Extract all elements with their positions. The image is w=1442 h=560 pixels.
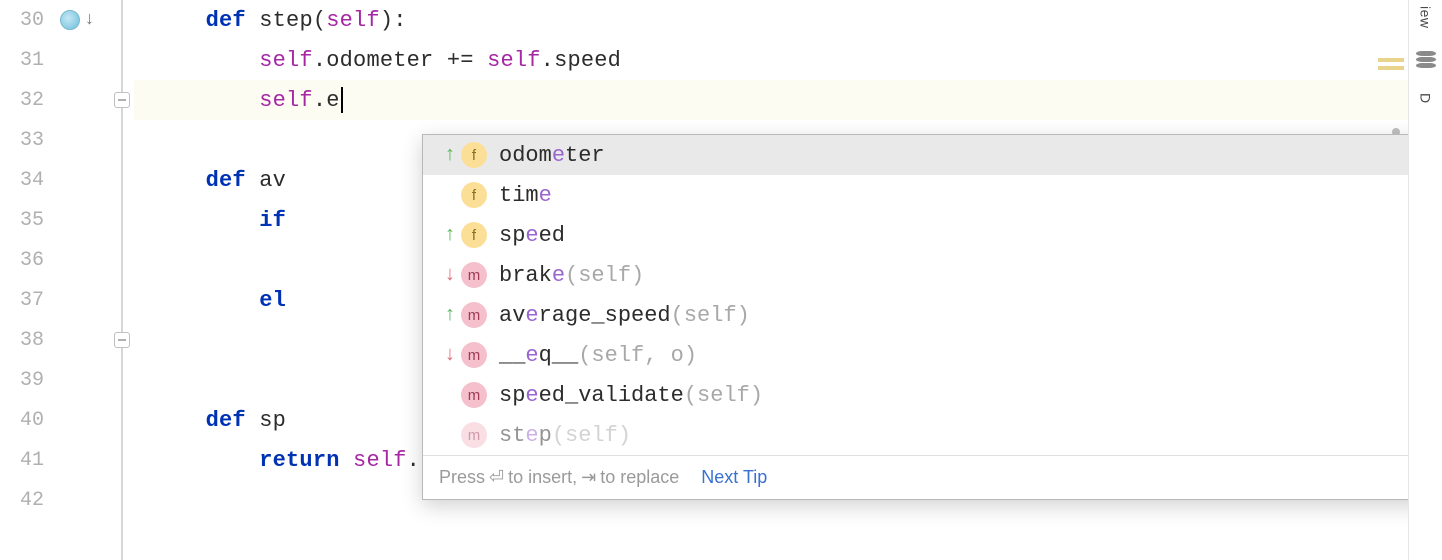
line-number: 37 [0,289,48,312]
right-tool-strip: iew D [1408,0,1442,560]
arrow-down-icon: ↓ [84,10,95,30]
completion-item[interactable]: mspeed_validate(self)Car [423,375,1442,415]
line-number: 30 [0,9,48,32]
function-name: step [259,8,313,33]
method-badge-icon: m [461,342,487,368]
breakpoint-indicator-icon[interactable] [60,10,80,30]
completion-name: odometer [499,143,605,168]
gutter-row[interactable]: 42 [0,480,134,520]
code-line[interactable]: self.odometer += self.speed [134,40,1442,80]
gutter-row[interactable]: 30 ↓ [0,0,134,40]
gutter-row[interactable]: 38 [0,320,134,360]
fold-marker-icon[interactable] [114,332,130,348]
code-line[interactable]: def step(self): [134,0,1442,40]
line-number: 31 [0,49,48,72]
code-editor: 30 ↓ 31 32 33 34 35 36 [0,0,1442,560]
autocomplete-footer: Press ⏎ to insert, ⇥ to replace Next Tip… [423,455,1442,499]
sort-up-icon: ↑ [439,304,461,327]
field-badge-icon: f [461,142,487,168]
gutter-row[interactable]: 41 [0,440,134,480]
completion-item[interactable]: mstep(self)Car [423,415,1442,455]
sort-up-icon: ↑ [439,144,461,167]
completion-name: average_speed [499,303,671,328]
minimap-warning-marks [1378,58,1404,70]
enter-key-icon: ⏎ [489,467,504,488]
gutter-row[interactable]: 33 [0,120,134,160]
keyword: def [206,8,246,33]
fold-marker-icon[interactable] [114,92,130,108]
gutter-row[interactable]: 39 [0,360,134,400]
completion-item[interactable]: ftimeCar [423,175,1442,215]
text-caret-icon [341,87,343,113]
completion-args: (self) [552,423,631,448]
line-number: 42 [0,489,48,512]
gutter-row[interactable]: 32 [0,80,134,120]
gutter-row[interactable]: 36 [0,240,134,280]
completion-name: time [499,183,552,208]
sort-down-icon: ↓ [439,264,461,287]
tool-window-tab[interactable]: D [1418,93,1434,104]
line-number: 38 [0,329,48,352]
completion-name: __eq__ [499,343,578,368]
method-badge-icon: m [461,422,487,448]
completion-name: speed [499,223,565,248]
line-number: 34 [0,169,48,192]
line-number: 32 [0,89,48,112]
method-badge-icon: m [461,262,487,288]
next-tip-link[interactable]: Next Tip [701,467,767,488]
gutter-row[interactable]: 34 [0,160,134,200]
method-badge-icon: m [461,302,487,328]
completion-item[interactable]: ↓mbrake(self)Car [423,255,1442,295]
line-number: 35 [0,209,48,232]
gutter-row[interactable]: 35 [0,200,134,240]
gutter-row[interactable]: 40 [0,400,134,440]
line-number: 36 [0,249,48,272]
autocomplete-popup: ↑fodometerCarftimeCar↑fspeedCar↓mbrake(s… [422,134,1442,500]
completion-name: brake [499,263,565,288]
line-number: 39 [0,369,48,392]
code-line-current[interactable]: self.e [134,80,1442,120]
completion-item[interactable]: ↑maverage_speed(self)Car [423,295,1442,335]
line-number: 41 [0,449,48,472]
completion-name: step [499,423,552,448]
completion-args: (self) [671,303,750,328]
database-icon[interactable] [1415,51,1437,71]
completion-args: (self, o) [578,343,697,368]
completion-item[interactable]: ↑fodometerCar [423,135,1442,175]
completion-args: (self) [565,263,644,288]
sort-down-icon: ↓ [439,344,461,367]
gutter: 30 ↓ 31 32 33 34 35 36 [0,0,134,560]
completion-item[interactable]: ↑fspeedCar [423,215,1442,255]
self-keyword: self [326,8,380,33]
line-number: 33 [0,129,48,152]
field-badge-icon: f [461,182,487,208]
footer-text: Press [439,467,485,488]
field-badge-icon: f [461,222,487,248]
gutter-row[interactable]: 31 [0,40,134,80]
sort-up-icon: ↑ [439,224,461,247]
method-badge-icon: m [461,382,487,408]
tool-window-tab[interactable]: iew [1418,6,1434,29]
completion-name: speed_validate [499,383,684,408]
completion-args: (self) [684,383,763,408]
tab-key-icon: ⇥ [581,467,596,488]
line-number: 40 [0,409,48,432]
code-area[interactable]: def step(self): self.odometer += self.sp… [134,0,1442,560]
completion-item[interactable]: ↓m__eq__(self, o)object [423,335,1442,375]
gutter-row[interactable]: 37 [0,280,134,320]
